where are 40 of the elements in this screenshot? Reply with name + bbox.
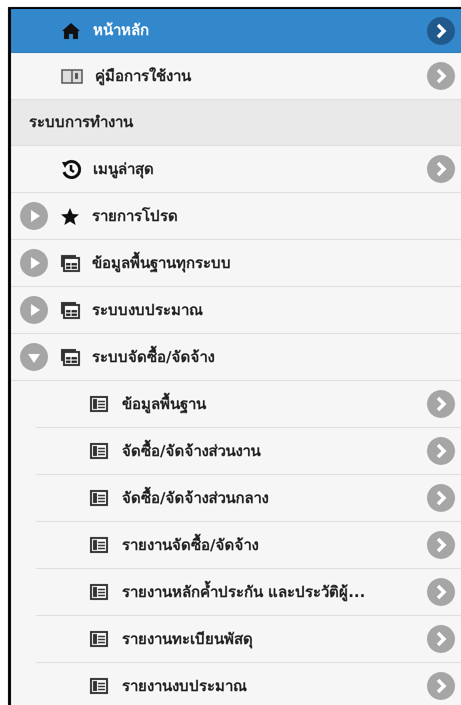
table-icon bbox=[90, 490, 108, 506]
menu-item-label: รายการโปรด bbox=[92, 206, 178, 227]
table-stack-icon bbox=[60, 301, 80, 319]
table-stack-icon bbox=[60, 254, 80, 272]
menu-item-label: ข้อมูลพื้นฐานทุกระบบ bbox=[92, 252, 231, 274]
book-icon bbox=[61, 68, 83, 84]
menu-item-label: เมนูล่าสุด bbox=[93, 158, 155, 180]
star-icon bbox=[60, 206, 80, 226]
table-stack-icon bbox=[60, 348, 80, 366]
menu-item-label: ข้อมูลพื้นฐาน bbox=[122, 392, 208, 416]
chevron-right-icon bbox=[427, 484, 455, 512]
menu-item-label: คู่มือการใช้งาน bbox=[95, 66, 192, 88]
section-header: ระบบการทำงาน bbox=[29, 112, 133, 134]
menu-item-label: รายงานจัดซื้อ/จัดจ้าง bbox=[122, 534, 260, 556]
chevron-right-icon bbox=[427, 390, 455, 418]
table-icon bbox=[90, 584, 108, 600]
menu-item-label: รายงานงบประมาณ bbox=[122, 676, 248, 697]
home-icon bbox=[61, 22, 81, 40]
menu-item-label: รายงานทะเบียนพัสดุ bbox=[122, 628, 254, 650]
menu-item-label: ระบบงบประมาณ bbox=[92, 300, 203, 321]
table-icon bbox=[90, 537, 108, 553]
chevron-right-icon bbox=[427, 155, 455, 183]
chevron-right-icon bbox=[427, 16, 455, 44]
chevron-right-icon bbox=[427, 62, 455, 90]
table-icon bbox=[90, 443, 108, 459]
menu-item-label: ระบบจัดซื้อ/จัดจ้าง bbox=[92, 346, 214, 368]
table-icon bbox=[90, 678, 108, 694]
chevron-right-icon bbox=[427, 531, 455, 559]
menu-item[interactable]: หน้าหลัก bbox=[11, 9, 461, 53]
menu-item-label: รายงานหลักค้ำประกัน และประวัติผู้... bbox=[122, 580, 366, 604]
menu-item-label: จัดซื้อ/จัดจ้างส่วนงาน bbox=[122, 440, 262, 462]
menu-item-label: หน้าหลัก bbox=[93, 20, 150, 42]
chevron-right-icon bbox=[427, 672, 455, 700]
chevron-right-icon bbox=[427, 437, 455, 465]
table-icon bbox=[90, 396, 108, 412]
menu-item-label: จัดซื้อ/จัดจ้างส่วนกลาง bbox=[122, 486, 270, 509]
table-icon bbox=[90, 631, 108, 647]
chevron-right-icon bbox=[427, 625, 455, 653]
history-icon bbox=[61, 159, 81, 179]
chevron-right-icon bbox=[427, 578, 455, 606]
